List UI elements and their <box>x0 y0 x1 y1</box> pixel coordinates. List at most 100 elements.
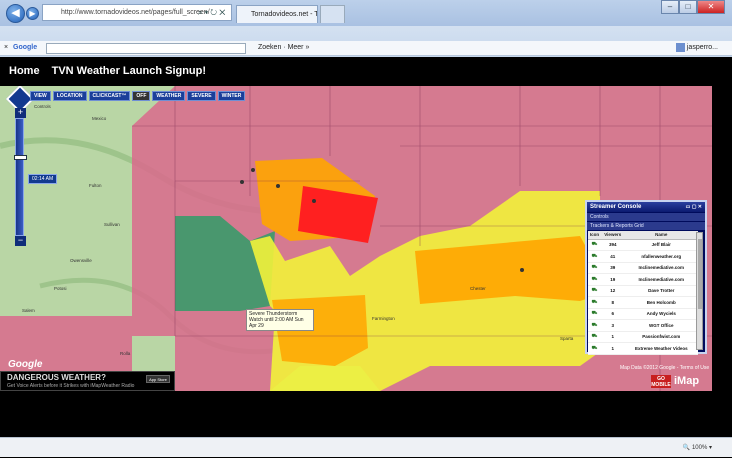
table-row[interactable]: ⛟ 39 Inclinemediative.com <box>588 262 698 274</box>
promo-subtitle: Get Voice Alerts before it Strikes with … <box>7 383 135 389</box>
promo-title: DANGEROUS WEATHER? <box>7 373 106 382</box>
scroll-thumb[interactable] <box>698 239 702 309</box>
close-button[interactable]: ✕ <box>697 0 725 14</box>
toolbar-close-icon[interactable]: × <box>4 41 8 55</box>
viewer-count: 1 <box>600 342 625 355</box>
tracker-icon: ⛟ <box>588 285 601 297</box>
window-buttons: – □ ✕ <box>661 0 725 16</box>
console-title-bar: Streamer Console ▭ ▢ ✕ <box>587 202 705 212</box>
table-row[interactable]: ⛟ 3 WGT Office <box>588 319 698 332</box>
menu-view[interactable]: VIEW <box>30 91 51 101</box>
browser-tab[interactable]: Tornadovideos.net - The C... <box>236 5 318 23</box>
map-copyright[interactable]: Map Data ©2012 Google - Terms of Use <box>620 365 709 371</box>
table-row[interactable]: ⛟ 12 Dave Trotter <box>588 285 698 297</box>
console-title: Streamer Console <box>590 204 642 210</box>
console-grid-section[interactable]: Trackers & Reports Grid <box>587 222 705 230</box>
watch-tooltip: Severe Thunderstorm Watch until 2:00 AM … <box>246 309 314 331</box>
place-label: Rolla <box>120 351 131 356</box>
streamer-name[interactable]: Jeff Blair <box>624 239 698 251</box>
maximize-button[interactable]: □ <box>679 0 697 14</box>
zoom-thumb[interactable] <box>14 155 27 160</box>
streamer-name[interactable]: Inclinemediative.com <box>624 262 698 274</box>
table-row[interactable]: ⛟ 394 Jeff Blair <box>588 239 698 251</box>
time-display: 02:14 AM <box>28 174 58 184</box>
toolbar-items[interactable]: Zoeken · Meer » <box>258 41 309 55</box>
console-controls-section[interactable]: Controls <box>587 213 705 221</box>
menu-severe[interactable]: SEVERE <box>187 91 216 101</box>
place-label: Mexico <box>92 116 107 121</box>
tracker-icon: ⛟ <box>588 262 601 274</box>
go-mobile-badge[interactable]: GO MOBILE <box>651 375 671 388</box>
user-name: jasperro... <box>686 44 718 51</box>
menu-weather[interactable]: WEATHER <box>152 91 186 101</box>
title-bar: ◀ ▶ http://www.tornadovideos.net/pages/f… <box>0 0 732 26</box>
tracker-icon: ⛟ <box>588 296 601 309</box>
viewer-count: 12 <box>600 285 625 297</box>
column-header[interactable]: Name <box>624 231 698 240</box>
menu-location[interactable]: LOCATION <box>52 91 87 101</box>
place-label: Fulton <box>89 183 102 188</box>
google-toolbar: × Google Zoeken · Meer » jasperro... <box>0 41 732 56</box>
trackers-table: Icon Viewers Name ⛟ 394 Jeff Blair ⛟ 41 nfall… <box>588 231 698 355</box>
table-row[interactable]: ⛟ 19 Inclinemediative.com <box>588 273 698 286</box>
table-row[interactable]: ⛟ 41 nfallenweather.org <box>588 250 698 263</box>
zoom-slider[interactable]: + − <box>14 108 27 246</box>
table-row[interactable]: ⛟ 6 Andy Wyciels <box>588 308 698 320</box>
back-button[interactable]: ◀ <box>6 4 25 23</box>
google-logo: Google <box>13 44 38 51</box>
weather-map[interactable]: VIEW LOCATION CLICKCAST™ OFF WEATHER SEV… <box>0 86 712 391</box>
map-menu: VIEW LOCATION CLICKCAST™ OFF WEATHER SEV… <box>30 91 246 101</box>
streamer-name[interactable]: WGT Office <box>624 319 698 332</box>
viewer-count: 19 <box>600 273 625 286</box>
zoom-out-button[interactable]: − <box>15 236 26 246</box>
menu-off[interactable]: OFF <box>132 91 151 101</box>
column-header[interactable]: Icon <box>588 231 601 240</box>
zoom-in-button[interactable]: + <box>15 108 26 118</box>
viewer-count: 39 <box>600 262 625 274</box>
menu-clickcast[interactable]: CLICKCAST™ <box>88 91 131 101</box>
minimize-button[interactable]: – <box>661 0 679 14</box>
zoom-level[interactable]: 🔍 100% ▾ <box>683 438 712 458</box>
nav-home-link[interactable]: Home <box>9 65 40 77</box>
menu-winter[interactable]: WINTER <box>217 91 246 101</box>
viewer-count: 394 <box>600 239 625 251</box>
streamer-console: Streamer Console ▭ ▢ ✕ Controls Trackers… <box>585 200 707 355</box>
new-tab-button[interactable] <box>320 5 345 23</box>
tracker-icon: ⛟ <box>588 319 601 332</box>
viewer-count: 41 <box>600 250 625 263</box>
streamer-name[interactable]: Dave Trotter <box>624 285 698 297</box>
app-store-badge[interactable]: App Store <box>146 375 170 383</box>
tracker-icon: ⛟ <box>588 273 601 286</box>
place-label: Owensville <box>70 258 92 263</box>
streamer-name[interactable]: Extreme Weather Videos <box>624 342 698 355</box>
tracker-icon: ⛟ <box>588 342 601 355</box>
toolbar-user[interactable]: jasperro... <box>675 41 718 55</box>
nav-signup-link[interactable]: TVN Weather Launch Signup! <box>52 65 206 77</box>
streamer-name[interactable]: Passionfwist.com <box>624 331 698 343</box>
console-scrollbar[interactable] <box>696 232 703 350</box>
streamer-name[interactable]: Andy Wyciels <box>624 308 698 320</box>
streamer-name[interactable]: nfallenweather.org <box>624 250 698 263</box>
place-label: Controls <box>34 104 51 109</box>
imap-logo[interactable]: GO MOBILE iMap <box>651 375 711 389</box>
tracker-icon: ⛟ <box>588 308 601 320</box>
address-controls-icon[interactable]: ⌕ ▾ ↻ ✕ <box>198 4 225 21</box>
viewer-count: 3 <box>600 319 625 332</box>
viewer-count: 1 <box>600 331 625 343</box>
streamer-name[interactable]: Inclinemediative.com <box>624 273 698 286</box>
promo-banner[interactable]: DANGEROUS WEATHER? Get Voice Alerts befo… <box>0 371 175 391</box>
table-row[interactable]: ⛟ 1 Passionfwist.com <box>588 331 698 343</box>
console-window-icons[interactable]: ▭ ▢ ✕ <box>686 204 702 210</box>
streamer-name[interactable]: Ben Holcomb <box>624 296 698 309</box>
table-row[interactable]: ⛟ 8 Ben Holcomb <box>588 296 698 309</box>
avatar <box>675 42 685 52</box>
forward-button[interactable]: ▶ <box>26 7 39 20</box>
column-header[interactable]: Viewers <box>600 231 625 240</box>
google-search-input[interactable] <box>46 43 246 54</box>
place-label: Chester <box>470 286 486 291</box>
page-header: Home TVN Weather Launch Signup! <box>0 57 732 86</box>
place-label: Sullivan <box>104 222 120 227</box>
table-row[interactable]: ⛟ 1 Extreme Weather Videos <box>588 342 698 355</box>
tracker-icon: ⛟ <box>588 250 601 263</box>
browser-chrome: ◀ ▶ http://www.tornadovideos.net/pages/f… <box>0 0 732 57</box>
